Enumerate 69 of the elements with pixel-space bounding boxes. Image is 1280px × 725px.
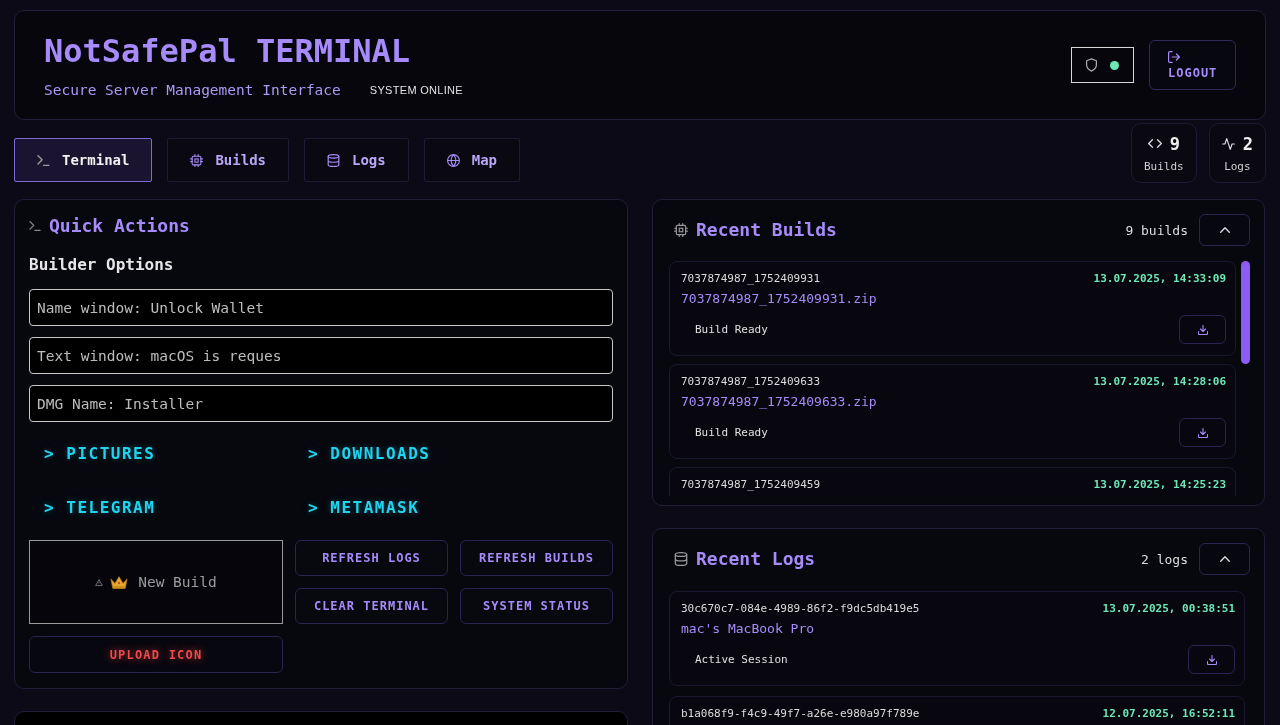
section-heading: Builder Options: [29, 255, 175, 275]
log-time: 12.07.2025, 16:52:11: [1102, 707, 1235, 721]
session-id: b1a068f9-f4c9-49f7-a26e-e980a97f789e: [681, 707, 920, 721]
code-icon: [1147, 139, 1162, 148]
terminal-icon: [29, 221, 41, 231]
stat-label: Logs: [1224, 159, 1251, 173]
build-id: 7037874987_1752409633: [681, 375, 821, 389]
app-subtitle: Secure Server Management Interface: [44, 81, 341, 99]
logout-button[interactable]: LOGOUT: [1149, 40, 1236, 90]
database-icon: [674, 552, 688, 566]
nav-tab[interactable]: Builds: [167, 138, 289, 182]
action-button[interactable]: SYSTEM STATUS: [460, 588, 613, 624]
session-status: Active Session: [695, 653, 788, 666]
action-button[interactable]: REFRESH BUILDS: [460, 540, 613, 576]
chevron-up-icon: [1219, 227, 1230, 233]
panel-title: Quick Actions: [49, 215, 190, 237]
download-button[interactable]: [1188, 645, 1235, 674]
build-file-name: 7037874987_1752409931.zip: [681, 292, 878, 306]
logout-icon: [1168, 50, 1180, 63]
panel-title: Recent Builds: [696, 219, 837, 241]
action-button[interactable]: REFRESH LOGS: [295, 540, 448, 576]
chevron-up-icon: [1219, 556, 1230, 562]
stat-value: 2: [1242, 133, 1253, 154]
input-field[interactable]: DMG Name: Installer: [29, 385, 613, 422]
module-option[interactable]: > PICTURES: [44, 444, 156, 464]
action-button[interactable]: CLEAR TERMINAL: [295, 588, 448, 624]
input-field[interactable]: Text window: macOS is reques: [29, 337, 613, 374]
activity-icon: [1221, 137, 1235, 150]
nav-tab[interactable]: Map: [423, 138, 521, 182]
nav-tab[interactable]: Logs: [304, 138, 409, 182]
system-status-text: SYSTEM ONLINE: [369, 84, 463, 96]
scrollbar-thumb[interactable]: [1241, 261, 1250, 364]
nav-tab[interactable]: Terminal: [14, 138, 153, 182]
download-button[interactable]: [1179, 418, 1226, 447]
app-title: NotSafePal TERMINAL: [44, 31, 412, 71]
build-status: Build Ready: [695, 323, 768, 336]
build-file-name: 7037874987_1752409633.zip: [681, 395, 878, 409]
cpu-icon: [190, 153, 204, 167]
log-count: 2 logs: [1141, 551, 1188, 567]
stat-value: 9: [1169, 133, 1180, 154]
new-build-button[interactable]: New Build: [29, 540, 283, 624]
module-option[interactable]: > METAMASK: [308, 498, 420, 518]
warning-icon: [95, 578, 104, 586]
upload-icon-button[interactable]: UPLOAD ICON: [29, 636, 283, 673]
download-icon: [1206, 654, 1217, 665]
build-status: Build Ready: [695, 426, 768, 439]
shield-icon: [1086, 58, 1097, 72]
stat-label: Builds: [1144, 159, 1184, 173]
globe-icon: [446, 153, 460, 167]
session-id: 30c670c7-084e-4989-86f2-f9dc5db419e5: [681, 602, 920, 616]
device-name: mac's MacBook Pro: [681, 622, 816, 636]
crown-icon: [110, 574, 129, 590]
download-icon: [1197, 324, 1208, 335]
log-time: 13.07.2025, 00:38:51: [1102, 602, 1235, 616]
panel-title: Recent Logs: [696, 548, 816, 570]
build-id: 7037874987_1752409931: [681, 272, 821, 286]
database-icon: [327, 153, 340, 167]
module-option[interactable]: > TELEGRAM: [44, 498, 156, 518]
build-id: 7037874987_1752409459: [681, 478, 821, 492]
build-time: 13.07.2025, 14:25:23: [1093, 478, 1226, 492]
build-time: 13.07.2025, 14:33:09: [1093, 272, 1226, 286]
input-field[interactable]: Name window: Unlock Wallet: [29, 289, 613, 326]
download-button[interactable]: [1179, 315, 1226, 344]
module-option[interactable]: > DOWNLOADS: [308, 444, 431, 464]
download-icon: [1197, 427, 1208, 438]
terminal-icon: [37, 154, 50, 166]
build-count: 9 builds: [1125, 222, 1188, 238]
cpu-icon: [674, 223, 688, 237]
build-time: 13.07.2025, 14:28:06: [1093, 375, 1226, 389]
